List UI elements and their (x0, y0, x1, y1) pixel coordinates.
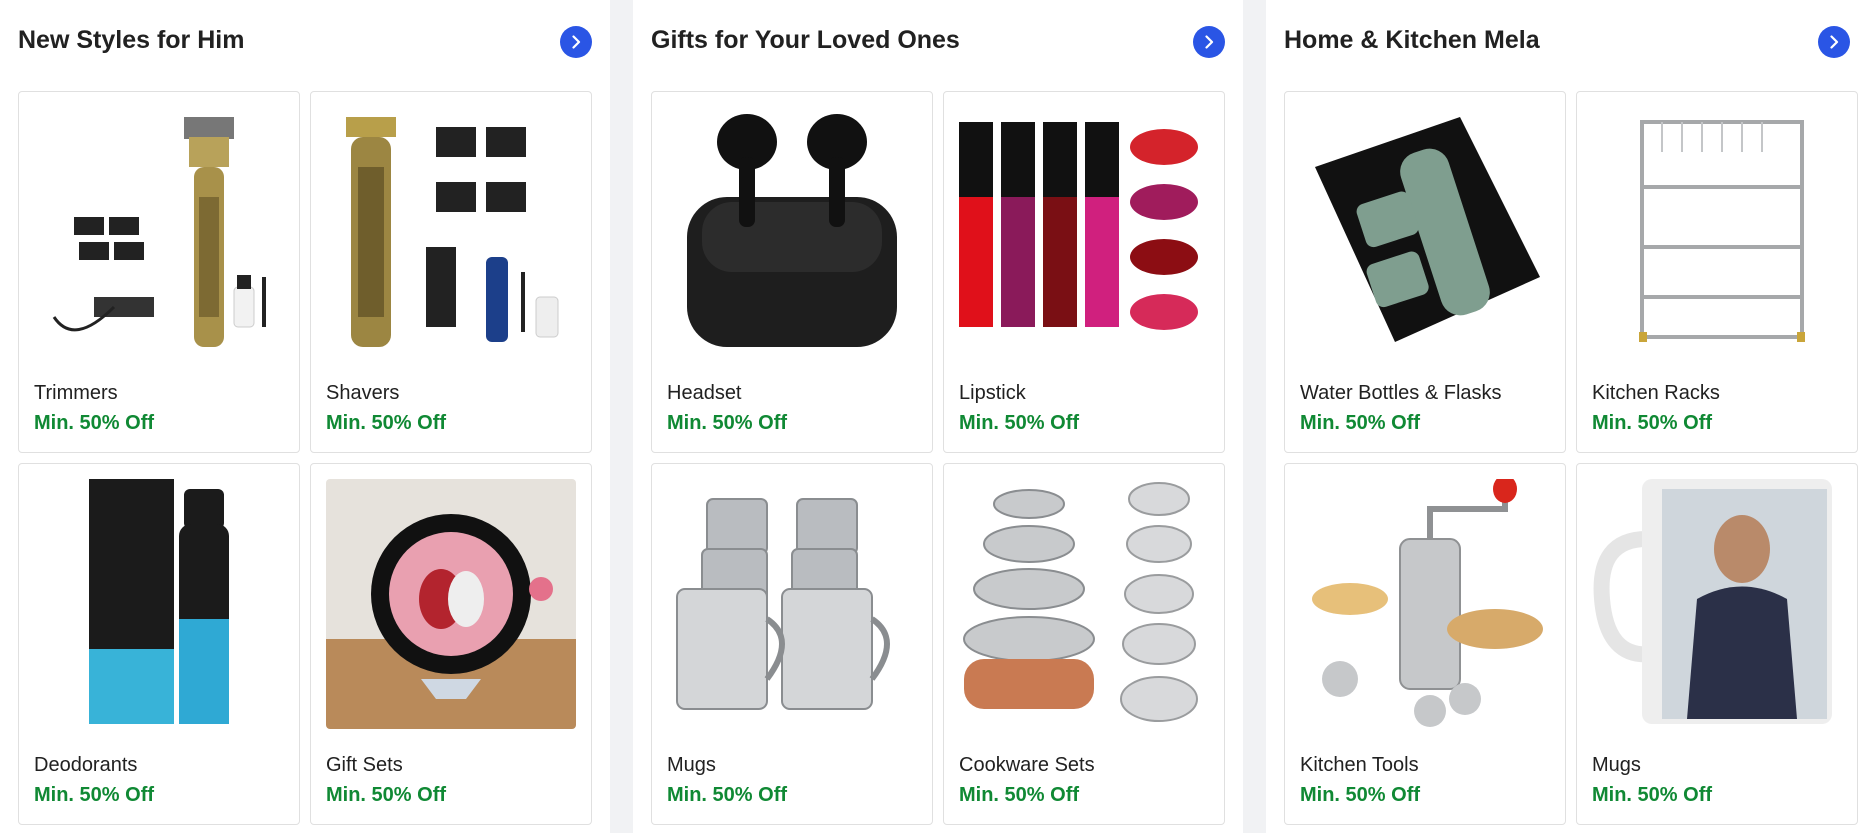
product-card-shavers[interactable]: Shavers Min. 50% Off (310, 91, 592, 453)
lipstick-icon (959, 107, 1209, 357)
panel-title: Gifts for Your Loved Ones (651, 26, 960, 54)
panel-header: New Styles for Him (18, 22, 592, 62)
product-card-cookware-sets[interactable]: Cookware Sets Min. 50% Off (943, 463, 1225, 825)
product-card-kitchen-tools[interactable]: Kitchen Tools Min. 50% Off (1284, 463, 1566, 825)
product-label: Mugs (667, 754, 716, 776)
offer-text: Min. 50% Off (667, 412, 788, 434)
product-label: Kitchen Racks (1592, 382, 1720, 404)
panel-title: New Styles for Him (18, 26, 245, 54)
panel-header: Gifts for Your Loved Ones (651, 22, 1225, 62)
product-label: Deodorants (34, 754, 138, 776)
offer-text: Min. 50% Off (326, 412, 447, 434)
cookware-icon (959, 479, 1209, 729)
product-card-trimmers[interactable]: Trimmers Min. 50% Off (18, 91, 300, 453)
product-label: Shavers (326, 382, 400, 404)
photo-mug-icon (1592, 479, 1842, 729)
product-card-lipstick[interactable]: Lipstick Min. 50% Off (943, 91, 1225, 453)
product-card-photo-mugs[interactable]: Mugs Min. 50% Off (1576, 463, 1858, 825)
panel-gifts-for-loved-ones: Gifts for Your Loved Ones Headset Min. 5… (633, 0, 1243, 833)
offer-text: Min. 50% Off (959, 784, 1080, 806)
offer-text: Min. 50% Off (667, 784, 788, 806)
panel-header: Home & Kitchen Mela (1284, 22, 1850, 62)
product-card-headset[interactable]: Headset Min. 50% Off (651, 91, 933, 453)
product-card-gift-sets[interactable]: Gift Sets Min. 50% Off (310, 463, 592, 825)
earbuds-icon (667, 107, 917, 357)
product-card-deodorants[interactable]: Deodorants Min. 50% Off (18, 463, 300, 825)
deals-row: New Styles for Him Trimmers Min. 50% Off… (0, 0, 1868, 833)
product-label: Lipstick (959, 382, 1026, 404)
trimmer-icon (34, 107, 284, 357)
offer-text: Min. 50% Off (326, 784, 447, 806)
product-label: Gift Sets (326, 754, 403, 776)
offer-text: Min. 50% Off (34, 412, 155, 434)
gift-set-icon (326, 479, 576, 729)
flask-set-icon (1300, 107, 1550, 357)
product-label: Water Bottles & Flasks (1300, 382, 1502, 404)
product-label: Headset (667, 382, 742, 404)
steel-mugs-icon (667, 479, 917, 729)
offer-text: Min. 50% Off (1592, 784, 1713, 806)
kitchen-rack-icon (1592, 107, 1842, 357)
product-label: Trimmers (34, 382, 118, 404)
product-label: Mugs (1592, 754, 1641, 776)
chevron-right-icon (1830, 35, 1839, 49)
panel-new-styles-for-him: New Styles for Him Trimmers Min. 50% Off… (0, 0, 610, 833)
offer-text: Min. 50% Off (34, 784, 155, 806)
panel-home-kitchen-mela: Home & Kitchen Mela Water Bottles & Flas… (1266, 0, 1868, 833)
offer-text: Min. 50% Off (1592, 412, 1713, 434)
offer-text: Min. 50% Off (1300, 412, 1421, 434)
offer-text: Min. 50% Off (959, 412, 1080, 434)
chevron-right-icon (572, 35, 581, 49)
product-label: Cookware Sets (959, 754, 1095, 776)
product-card-mugs[interactable]: Mugs Min. 50% Off (651, 463, 933, 825)
product-card-kitchen-racks[interactable]: Kitchen Racks Min. 50% Off (1576, 91, 1858, 453)
shaver-icon (326, 107, 576, 357)
offer-text: Min. 50% Off (1300, 784, 1421, 806)
kitchen-press-icon (1300, 479, 1550, 729)
view-all-button[interactable] (1818, 26, 1850, 58)
view-all-button[interactable] (560, 26, 592, 58)
chevron-right-icon (1205, 35, 1214, 49)
product-card-water-bottles-flasks[interactable]: Water Bottles & Flasks Min. 50% Off (1284, 91, 1566, 453)
deodorant-icon (34, 479, 284, 729)
view-all-button[interactable] (1193, 26, 1225, 58)
product-label: Kitchen Tools (1300, 754, 1419, 776)
panel-title: Home & Kitchen Mela (1284, 26, 1540, 54)
